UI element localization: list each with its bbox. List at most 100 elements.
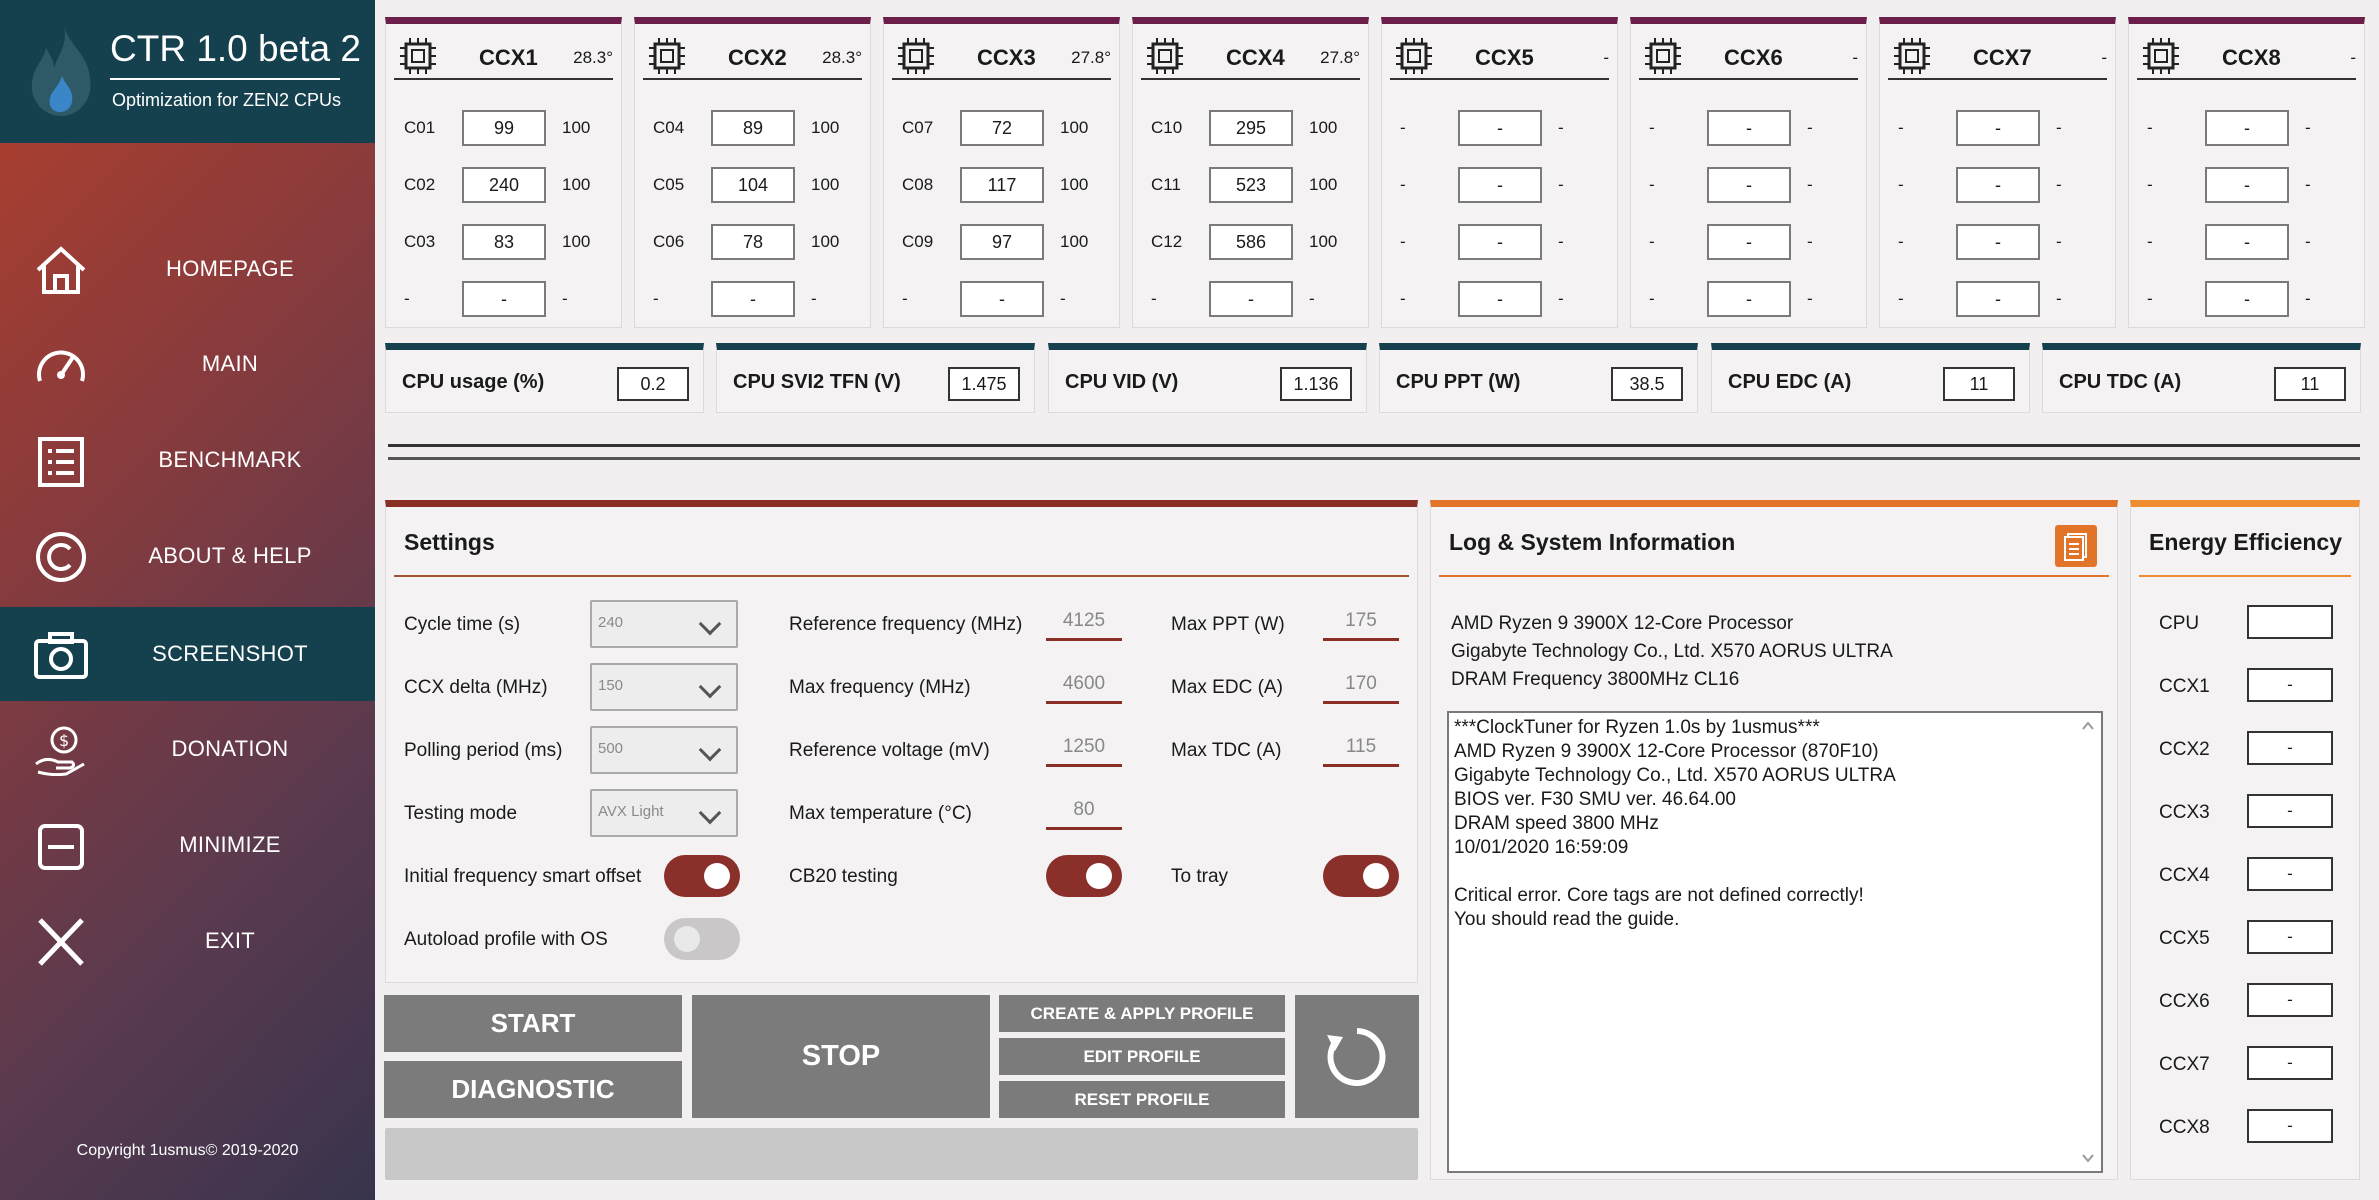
core-label: C12 (1151, 232, 1183, 251)
core-limit: - (811, 289, 817, 308)
camera-icon (34, 632, 88, 679)
metric-card: CPU usage (%) 0.2 (385, 343, 704, 413)
core-label: C02 (404, 175, 436, 194)
core-limit: - (562, 289, 568, 308)
metric-value: 1.475 (948, 367, 1020, 401)
copy-log-button[interactable] (2055, 525, 2097, 567)
metric-card: CPU PPT (W) 38.5 (1379, 343, 1698, 413)
nav-main[interactable]: MAIN (0, 317, 375, 411)
ref-volt-input[interactable]: 1250 (1046, 727, 1122, 767)
nav-label: ABOUT & HELP (148, 543, 312, 568)
ccx-name: CCX8 (2222, 45, 2281, 70)
core-value-box: - (1707, 110, 1791, 146)
ccx-name: CCX7 (1973, 45, 2032, 70)
testing-mode-dropdown[interactable]: AVX Light (590, 789, 738, 837)
cpu-chip-icon (1894, 38, 1930, 74)
energy-title-underline (2139, 575, 2351, 577)
ccx-delta-dropdown[interactable]: 150 (590, 663, 738, 711)
divider-line (388, 457, 2360, 460)
polling-period-dropdown[interactable]: 500 (590, 726, 738, 774)
start-button[interactable]: START (384, 995, 682, 1052)
settings-title: Settings (404, 529, 495, 555)
diagnostic-button[interactable]: DIAGNOSTIC (384, 1061, 682, 1118)
ccx-panel-6: CCX6 - - - - - - - - - - - - - (1630, 17, 1867, 328)
core-label: - (1898, 175, 1904, 194)
core-limit: - (2305, 118, 2311, 137)
ccx-header: CCX1 28.3° (394, 32, 613, 80)
refresh-button[interactable] (1295, 995, 1419, 1118)
nav-screenshot[interactable]: SCREENSHOT (0, 607, 375, 701)
core-label: - (1649, 175, 1655, 194)
metric-label: CPU TDC (A) (2059, 371, 2182, 393)
log-line: ***ClockTuner for Ryzen 1.0s by 1usmus**… (1454, 717, 1820, 738)
ccx-name: CCX6 (1724, 45, 1783, 70)
scroll-down-icon[interactable] (2082, 1154, 2094, 1163)
core-label: - (1898, 289, 1904, 308)
core-limit: - (2056, 289, 2062, 308)
to-tray-toggle[interactable] (1323, 855, 1399, 897)
nav-about-help[interactable]: ABOUT & HELP (0, 509, 375, 603)
nav-donation[interactable]: $ DONATION (0, 702, 375, 796)
cb20-testing-toggle[interactable] (1046, 855, 1122, 897)
ref-volt-label: Reference voltage (mV) (789, 740, 990, 761)
core-limit: 100 (1309, 232, 1338, 251)
core-value-box: - (2205, 224, 2289, 260)
ccx-panel-8: CCX8 - - - - - - - - - - - - - (2128, 17, 2365, 328)
smart-offset-label: Initial frequency smart offset (404, 866, 642, 887)
core-row: C11 523 100 (1133, 165, 1370, 205)
core-label: - (2147, 232, 2153, 251)
core-label: C07 (902, 118, 934, 137)
core-value-box: - (1956, 167, 2040, 203)
core-value-box: 104 (711, 167, 795, 203)
create-apply-profile-button[interactable]: CREATE & APPLY PROFILE (999, 995, 1285, 1032)
ccx-temperature: 28.3° (573, 48, 613, 67)
cycle-time-dropdown[interactable]: 240 (590, 600, 738, 648)
brand-header: CTR 1.0 beta 2 Optimization for ZEN2 CPU… (0, 0, 375, 143)
ref-freq-input[interactable]: 4125 (1046, 601, 1122, 641)
home-icon (36, 246, 86, 294)
nav-exit[interactable]: EXIT (0, 894, 375, 988)
testing-mode-value: AVX Light (598, 803, 664, 820)
max-ppt-input[interactable]: 175 (1323, 601, 1399, 641)
log-scrollbar[interactable] (2077, 715, 2099, 1169)
core-label: - (1400, 175, 1406, 194)
core-value-box: - (462, 281, 546, 317)
nav-homepage[interactable]: HOMEPAGE (0, 222, 375, 316)
core-row: - - - (1631, 279, 1868, 319)
toggle-knob (704, 863, 730, 889)
log-line: BIOS ver. F30 SMU ver. 46.64.00 (1454, 789, 1736, 810)
core-limit: - (1807, 289, 1813, 308)
core-row: C12 586 100 (1133, 222, 1370, 262)
nav-benchmark[interactable]: BENCHMARK (0, 413, 375, 507)
core-row: - - - (2129, 108, 2366, 148)
edit-profile-button[interactable]: EDIT PROFILE (999, 1038, 1285, 1075)
core-value-box: 97 (960, 224, 1044, 260)
max-temp-input[interactable]: 80 (1046, 790, 1122, 830)
core-row: - - - (1631, 108, 1868, 148)
core-value-box: - (2205, 281, 2289, 317)
core-limit: - (1558, 118, 1564, 137)
log-textbox[interactable]: ***ClockTuner for Ryzen 1.0s by 1usmus**… (1447, 711, 2103, 1173)
core-limit: - (1558, 289, 1564, 308)
core-limit: 100 (562, 232, 591, 251)
nav-label: EXIT (204, 928, 256, 953)
stop-button[interactable]: STOP (692, 995, 990, 1118)
smart-offset-toggle[interactable] (664, 855, 740, 897)
autoload-toggle[interactable] (664, 918, 740, 960)
metric-value: 0.2 (617, 367, 689, 401)
scroll-up-icon[interactable] (2082, 721, 2094, 730)
core-limit: - (1309, 289, 1315, 308)
core-label: - (1898, 232, 1904, 251)
energy-label: CCX2 (2159, 739, 2210, 760)
nav-minimize[interactable]: MINIMIZE (0, 798, 375, 892)
reset-profile-button[interactable]: RESET PROFILE (999, 1081, 1285, 1118)
core-limit: 100 (1060, 232, 1089, 251)
core-limit: 100 (811, 232, 840, 251)
log-line: DRAM speed 3800 MHz (1454, 813, 1659, 834)
max-freq-input[interactable]: 4600 (1046, 664, 1122, 704)
max-edc-input[interactable]: 170 (1323, 664, 1399, 704)
max-tdc-input[interactable]: 115 (1323, 727, 1399, 767)
metric-label: CPU SVI2 TFN (V) (733, 371, 901, 393)
cpu-info: AMD Ryzen 9 3900X 12-Core Processor (1451, 613, 1794, 634)
core-row: - - - (1880, 165, 2117, 205)
